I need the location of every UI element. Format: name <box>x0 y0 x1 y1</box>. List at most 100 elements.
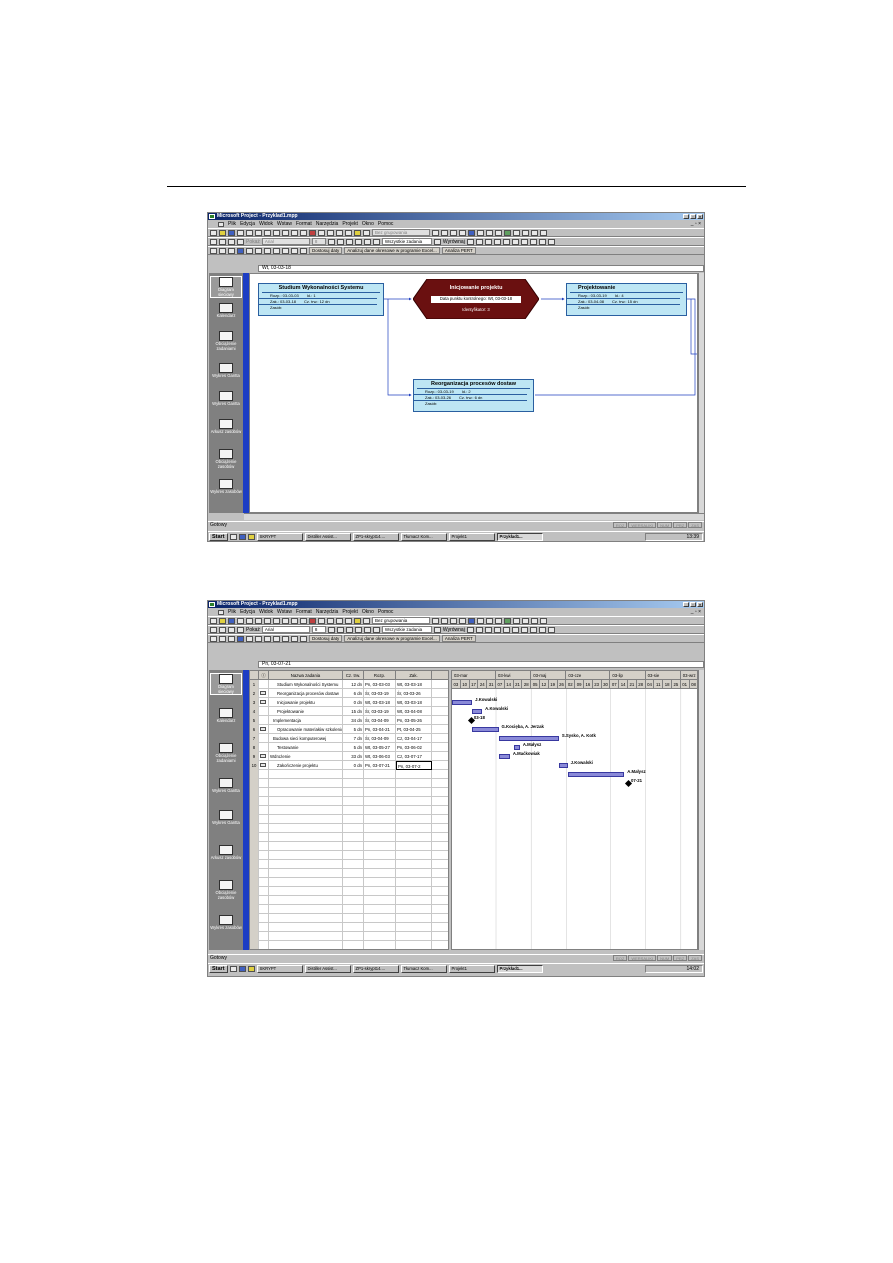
finish-cell[interactable] <box>396 914 432 923</box>
layout-icon[interactable] <box>477 229 484 236</box>
duration-cell[interactable] <box>343 914 364 923</box>
indicator-cell[interactable] <box>259 941 269 949</box>
indicator-cell[interactable] <box>259 716 269 725</box>
duration-cell[interactable] <box>343 806 364 815</box>
start-cell[interactable]: Pn, 03-07-21 <box>364 761 396 770</box>
pert-icon[interactable] <box>210 247 217 254</box>
duration-cell[interactable] <box>343 842 364 851</box>
menu-okno[interactable]: Okno <box>362 221 374 227</box>
box6-icon[interactable] <box>511 626 519 633</box>
progress100-icon[interactable] <box>282 247 289 254</box>
indicator-cell[interactable] <box>259 689 269 698</box>
pert3-icon[interactable] <box>228 635 235 642</box>
table-row[interactable] <box>250 851 448 860</box>
zoom-in-icon[interactable] <box>432 229 439 236</box>
pert2-icon[interactable] <box>219 247 226 254</box>
task-tlumacz[interactable]: Tłumacz Kom... <box>400 964 447 973</box>
task-tlumacz[interactable]: Tłumacz Kom... <box>400 532 447 541</box>
menu-pomoc[interactable]: Pomoc <box>378 609 394 615</box>
duration-cell[interactable]: 33 dn <box>343 752 364 761</box>
task-name-cell[interactable] <box>269 779 343 788</box>
view-network[interactable]: Diagram sieciowy <box>210 673 242 695</box>
start-cell[interactable] <box>364 923 396 932</box>
task-name-cell[interactable] <box>269 905 343 914</box>
align-label[interactable]: Wyrównaj <box>443 627 465 633</box>
table-icon[interactable] <box>486 617 493 624</box>
network-node-4[interactable]: Projektowanie Rozp.: 03-03-19 Id.: 4 Zak.… <box>566 283 687 316</box>
view-gantt[interactable]: Wykres Gantta <box>210 778 242 800</box>
table-row[interactable]: 4 Projektowanie 15 dn Śr, 03-03-19 Wt, 03-04… <box>250 707 448 716</box>
task-name-cell[interactable] <box>269 833 343 842</box>
autofilter-icon[interactable] <box>433 238 441 245</box>
duration-cell[interactable] <box>343 779 364 788</box>
start-cell[interactable] <box>364 833 396 842</box>
pert4-icon[interactable] <box>237 247 244 254</box>
gantt-chart[interactable]: 03-mar 03-kwi 03-maj 03-cze 03-lip 03-sie 03-w… <box>451 670 698 950</box>
box9-icon[interactable] <box>538 238 546 245</box>
finish-cell[interactable] <box>396 770 432 779</box>
size-select[interactable]: 8 <box>311 626 326 633</box>
duration-cell[interactable]: 0 dn <box>343 761 364 770</box>
start-cell[interactable] <box>364 851 396 860</box>
outlook-icon[interactable] <box>247 533 255 540</box>
duration-cell[interactable]: 15 dn <box>343 707 364 716</box>
task-name-cell[interactable] <box>269 851 343 860</box>
finish-cell[interactable]: Pt, 03-04-25 <box>396 725 432 734</box>
view-resource-usage[interactable]: Obciążenie zasobów <box>210 449 242 471</box>
table-row[interactable] <box>250 833 448 842</box>
finish-cell[interactable]: Wt, 03-03-18 <box>396 680 432 689</box>
task-name-cell[interactable] <box>269 896 343 905</box>
indicator-cell[interactable] <box>259 743 269 752</box>
task-projekt1[interactable]: Projekt1 <box>448 964 495 973</box>
spell-icon[interactable] <box>255 229 262 236</box>
table-row[interactable] <box>250 905 448 914</box>
view-gantt[interactable]: Wykres Gantta <box>210 363 242 385</box>
layout-icon[interactable] <box>477 617 484 624</box>
box2-icon[interactable] <box>475 238 483 245</box>
assign-icon[interactable] <box>363 229 370 236</box>
box4-icon[interactable] <box>493 238 501 245</box>
indicator-cell[interactable] <box>259 914 269 923</box>
start-cell[interactable] <box>364 797 396 806</box>
hide-sub-icon[interactable] <box>237 626 244 633</box>
network-canvas[interactable]: Studium Wykonalności Systemu Rozp.: 03-0… <box>249 273 698 513</box>
task-table[interactable]: ⓘ Nazwa zadania Cz. trw. Rozp. Zak. 1 Studium … <box>249 670 449 950</box>
paste-icon[interactable] <box>282 617 289 624</box>
indicator-cell[interactable] <box>259 770 269 779</box>
new-icon[interactable] <box>210 229 217 236</box>
duration-cell[interactable]: 6 dn <box>343 689 364 698</box>
outline-icon[interactable] <box>522 229 529 236</box>
ie-icon[interactable] <box>238 965 246 972</box>
box3-icon[interactable] <box>484 626 492 633</box>
task-name-cell[interactable]: Opracowanie materiałów szkolenio <box>269 725 343 734</box>
font-select[interactable]: Arial <box>261 626 310 633</box>
start-cell[interactable] <box>364 824 396 833</box>
start-cell[interactable] <box>364 788 396 797</box>
menu-widok[interactable]: Widok <box>259 221 273 227</box>
outdent-icon[interactable] <box>210 626 217 633</box>
menu-format[interactable]: Format <box>296 221 312 227</box>
duration-cell[interactable] <box>343 941 364 949</box>
finish-cell[interactable] <box>396 932 432 941</box>
indicator-cell[interactable] <box>259 797 269 806</box>
start-cell[interactable] <box>364 815 396 824</box>
unlink-tasks-icon[interactable] <box>327 617 334 624</box>
copy-picture-icon[interactable] <box>459 617 466 624</box>
start-cell[interactable] <box>364 842 396 851</box>
box5-icon[interactable] <box>502 626 510 633</box>
finish-cell[interactable] <box>396 833 432 842</box>
grouping-select[interactable]: Bez grupowania <box>372 617 430 624</box>
duration-cell[interactable] <box>343 788 364 797</box>
progress0-icon[interactable] <box>246 635 253 642</box>
box4-icon[interactable] <box>493 626 501 633</box>
menu-narzedzia[interactable]: Narzędzia <box>316 609 339 615</box>
help-icon[interactable] <box>468 229 475 236</box>
ie-icon[interactable] <box>238 533 246 540</box>
menu-pomoc[interactable]: Pomoc <box>378 221 394 227</box>
box3-icon[interactable] <box>484 238 492 245</box>
task-projekt1[interactable]: Projekt1 <box>448 532 495 541</box>
task-name-cell[interactable] <box>269 788 343 797</box>
box5-icon[interactable] <box>502 238 510 245</box>
indicator-cell[interactable] <box>259 815 269 824</box>
maximize-icon[interactable]: ▫ <box>690 602 696 607</box>
